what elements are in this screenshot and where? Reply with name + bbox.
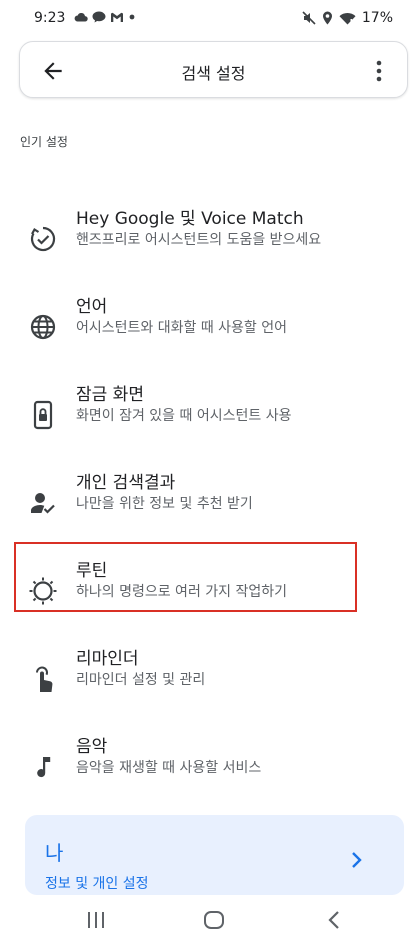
- setting-item-language[interactable]: 언어 어시스턴트와 대화할 때 사용할 언어: [20, 286, 399, 366]
- setting-subtitle: 나만을 위한 정보 및 추천 받기: [76, 496, 253, 512]
- home-icon[interactable]: [203, 910, 225, 930]
- setting-item-reminders[interactable]: 리마인더 리마인더 설정 및 관리: [20, 638, 399, 718]
- setting-title: 루틴: [76, 561, 108, 581]
- nav-back-icon[interactable]: [326, 910, 342, 930]
- gmail-icon: [111, 12, 123, 22]
- reminder-icon: [36, 666, 53, 692]
- status-time: 9:23: [34, 10, 66, 26]
- chat-icon: [92, 11, 106, 23]
- setting-subtitle: 하나의 명령으로 여러 가지 작업하기: [76, 584, 287, 600]
- search-settings-header: 검색 설정: [19, 41, 408, 98]
- location-icon: [322, 11, 332, 25]
- person-check-icon: [31, 493, 55, 514]
- setting-item-voice-match[interactable]: Hey Google 및 Voice Match 핸즈프리로 어시스턴트의 도움…: [20, 198, 399, 278]
- setting-subtitle: 리마인더 설정 및 관리: [76, 672, 206, 688]
- setting-item-routines[interactable]: 루틴 하나의 명령으로 여러 가지 작업하기: [20, 550, 399, 630]
- setting-item-personal-results[interactable]: 개인 검색결과 나만을 위한 정보 및 추천 받기: [20, 462, 399, 542]
- setting-title: 개인 검색결과: [76, 473, 176, 493]
- voice-match-icon: [30, 226, 56, 252]
- chevron-right-icon: [352, 852, 362, 868]
- setting-title: 음악: [76, 737, 108, 757]
- me-card[interactable]: 나 정보 및 개인 설정: [25, 815, 404, 895]
- setting-item-music[interactable]: 음악 음악을 재생할 때 사용할 서비스: [20, 726, 399, 806]
- wifi-icon: [339, 12, 356, 24]
- more-vert-icon[interactable]: [371, 58, 387, 84]
- setting-subtitle: 음악을 재생할 때 사용할 서비스: [76, 760, 262, 776]
- dot-icon: [129, 14, 135, 20]
- system-status-icons: 17%: [302, 10, 393, 26]
- me-card-title: 나: [45, 841, 64, 865]
- mute-icon: [302, 11, 316, 25]
- notification-icons: [74, 11, 136, 23]
- setting-subtitle: 화면이 잠겨 있을 때 어시스턴트 사용: [76, 408, 292, 424]
- me-card-subtitle: 정보 및 개인 설정: [45, 876, 149, 892]
- routine-icon: [29, 577, 57, 605]
- system-nav-bar: [0, 895, 419, 942]
- page-title: 검색 설정: [181, 64, 246, 83]
- setting-title: Hey Google 및 Voice Match: [76, 209, 304, 229]
- music-note-icon: [37, 757, 51, 778]
- recents-icon[interactable]: [86, 911, 106, 929]
- setting-item-lock-screen[interactable]: 잠금 화면 화면이 잠겨 있을 때 어시스턴트 사용: [20, 374, 399, 454]
- status-bar: 9:23 17%: [0, 0, 419, 38]
- globe-icon: [30, 314, 56, 340]
- battery-percent: 17%: [361, 10, 393, 26]
- setting-title: 언어: [76, 297, 108, 317]
- setting-subtitle: 어시스턴트와 대화할 때 사용할 언어: [76, 320, 287, 336]
- setting-subtitle: 핸즈프리로 어시스턴트의 도움을 받으세요: [76, 232, 322, 248]
- cloud-icon: [74, 13, 88, 22]
- setting-title: 잠금 화면: [76, 385, 144, 405]
- setting-title: 리마인더: [76, 649, 139, 669]
- lock-screen-icon: [33, 400, 53, 430]
- section-label-popular: 인기 설정: [20, 135, 68, 149]
